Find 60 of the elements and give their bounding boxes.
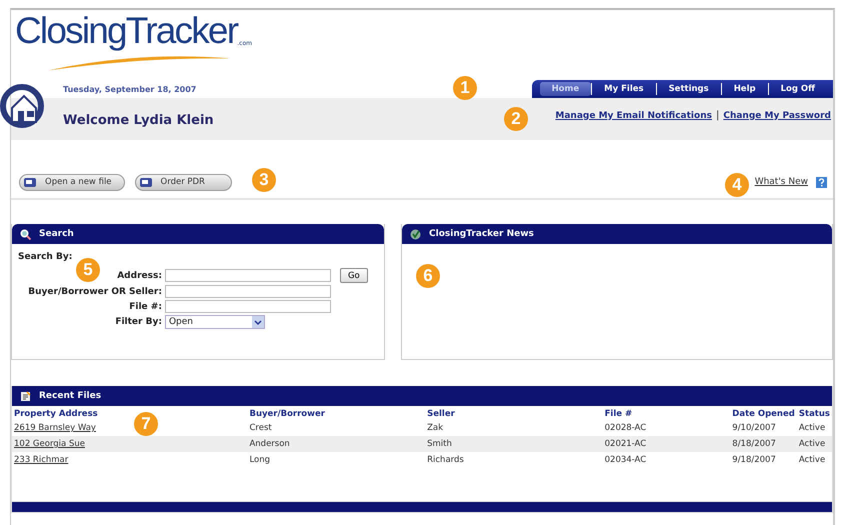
- table-cell: Crest: [247, 420, 426, 436]
- account-link[interactable]: Change My Password: [723, 110, 831, 120]
- nav-tab[interactable]: Log Off: [768, 82, 827, 96]
- table-cell: Long: [247, 452, 426, 468]
- callout-badge: 5: [76, 258, 100, 282]
- search-icon: [20, 228, 31, 240]
- column-header: Seller: [427, 409, 455, 419]
- welcome-text: Welcome Lydia Klein: [63, 112, 214, 128]
- input-field[interactable]: [164, 300, 331, 313]
- column-header: Property Address: [14, 409, 98, 419]
- account-link[interactable]: Manage My Email Notifications: [555, 110, 712, 120]
- address-link[interactable]: 2619 Barnsley Way: [14, 423, 96, 433]
- callout-badge: 6: [416, 264, 440, 288]
- nav-tab[interactable]: Settings: [656, 82, 721, 96]
- table-cell: Active: [796, 420, 832, 436]
- field-label: File #:: [128, 302, 162, 312]
- column-header: File #: [604, 409, 632, 419]
- panel-title: Recent Files: [39, 391, 102, 401]
- table-cell: 02034-AC: [602, 452, 730, 468]
- column-header: Date Opened: [732, 409, 795, 419]
- date-text: Tuesday, September 18, 2007: [62, 84, 196, 94]
- table-cell: Active: [796, 452, 832, 468]
- column-header: Buyer/Borrower: [249, 409, 325, 419]
- table-cell: 9/18/2007: [730, 452, 797, 468]
- table-cell: 02021-AC: [602, 436, 730, 452]
- help-icon[interactable]: [816, 176, 827, 188]
- link-separator: |: [716, 110, 720, 121]
- address-link[interactable]: 102 Georgia Sue: [14, 439, 85, 449]
- nav-tab[interactable]: My Files: [592, 82, 656, 96]
- panel-title: ClosingTracker News: [429, 229, 534, 239]
- callout-badge: 3: [252, 168, 276, 192]
- logo-text: ClosingTracker: [15, 12, 238, 49]
- action-button[interactable]: Order PDR: [134, 174, 232, 190]
- callout-badge: 4: [725, 173, 749, 197]
- field-label: Filter By:: [114, 317, 162, 327]
- whats-new-link[interactable]: What's New: [754, 177, 808, 187]
- table-cell: Anderson: [247, 436, 426, 452]
- table-cell: 9/10/2007: [730, 420, 797, 436]
- callout-badge: 1: [453, 76, 477, 100]
- table-cell: Richards: [425, 452, 603, 468]
- search-by-label: Search By:: [18, 252, 72, 262]
- table-cell: Zak: [425, 420, 603, 436]
- table-cell: Smith: [425, 436, 603, 452]
- callout-badge: 7: [134, 412, 158, 436]
- nav-tab[interactable]: Help: [722, 82, 768, 96]
- table-cell: Active: [796, 436, 832, 452]
- nav-tab[interactable]: Home: [540, 82, 592, 96]
- notepad-icon: [20, 390, 31, 402]
- filter-dropdown[interactable]: Open: [164, 315, 265, 329]
- column-header: Status: [798, 409, 830, 419]
- table-cell: 02028-AC: [602, 420, 730, 436]
- field-label: Address:: [116, 270, 162, 280]
- action-button[interactable]: Open a new file: [19, 174, 125, 190]
- input-field[interactable]: [164, 285, 331, 298]
- field-label: Buyer/Borrower OR Seller:: [27, 286, 162, 296]
- panel-title: Search: [39, 229, 74, 239]
- address-link[interactable]: 233 Richmar: [14, 455, 68, 465]
- table-cell: 8/18/2007: [730, 436, 797, 452]
- go-button[interactable]: Go: [340, 268, 368, 283]
- input-field[interactable]: [164, 269, 331, 282]
